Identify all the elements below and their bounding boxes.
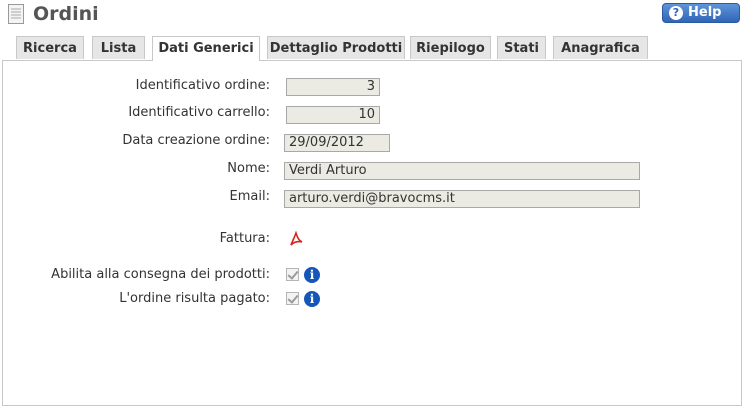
tab-dati-generici[interactable]: Dati Generici	[152, 36, 260, 61]
page-title: Ordini	[33, 3, 99, 25]
name-label: Nome:	[227, 161, 270, 176]
help-button-label: Help	[688, 5, 722, 20]
tab-bar: Ricerca Lista Dati Generici Dettaglio Pr…	[0, 36, 744, 61]
name-field: Verdi Arturo	[284, 162, 640, 180]
email-label: Email:	[229, 189, 270, 204]
page-header: Ordini ? Help	[0, 0, 744, 34]
tab-ricerca[interactable]: Ricerca	[16, 36, 84, 59]
delivery-checkbox	[286, 268, 299, 281]
info-icon[interactable]: i	[304, 267, 320, 283]
tab-lista[interactable]: Lista	[92, 36, 145, 59]
tab-anagrafica[interactable]: Anagrafica	[553, 36, 648, 59]
tab-stati[interactable]: Stati	[497, 36, 546, 59]
paid-checkbox	[286, 292, 299, 305]
document-icon	[8, 4, 24, 24]
info-icon[interactable]: i	[304, 291, 320, 307]
date-label: Data creazione ordine:	[122, 133, 270, 148]
help-button[interactable]: ? Help	[662, 3, 740, 23]
cart-id-field: 10	[286, 106, 380, 124]
order-id-label: Identificativo ordine:	[135, 78, 270, 93]
email-field: arturo.verdi@bravocms.it	[284, 190, 640, 208]
invoice-label: Fattura:	[219, 231, 270, 246]
pdf-icon[interactable]	[288, 231, 304, 247]
tab-riepilogo[interactable]: Riepilogo	[410, 36, 491, 59]
date-field: 29/09/2012	[284, 134, 390, 152]
order-id-field: 3	[286, 78, 380, 96]
paid-label: L'ordine risulta pagato:	[119, 291, 270, 306]
help-icon: ?	[669, 6, 683, 20]
delivery-label: Abilita alla consegna dei prodotti:	[51, 267, 270, 282]
tab-dettaglio-prodotti[interactable]: Dettaglio Prodotti	[267, 36, 405, 59]
cart-id-label: Identificativo carrello:	[128, 105, 270, 120]
